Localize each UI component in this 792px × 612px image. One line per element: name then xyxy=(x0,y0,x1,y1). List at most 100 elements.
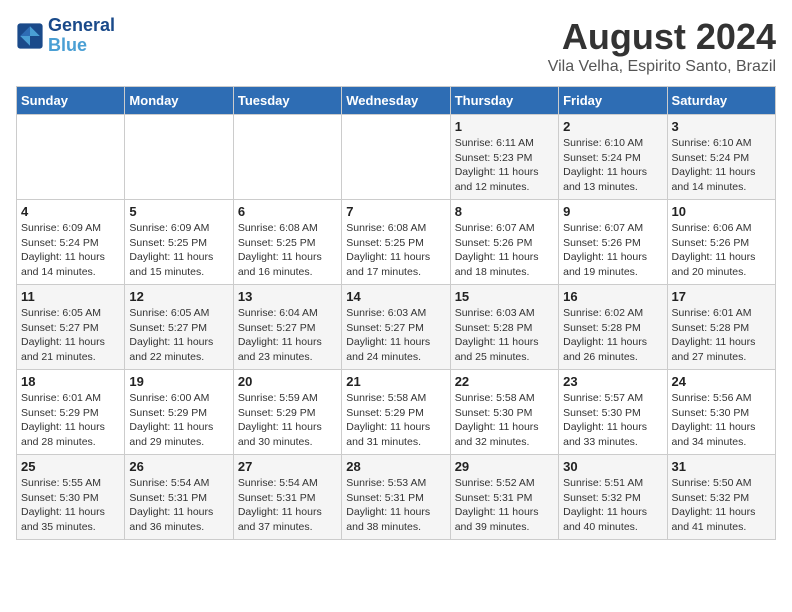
day-info: Sunrise: 5:54 AM Sunset: 5:31 PM Dayligh… xyxy=(129,476,228,535)
calendar-cell: 3 Sunrise: 6:10 AM Sunset: 5:24 PM Daylig… xyxy=(667,115,775,200)
day-info: Sunrise: 6:09 AM Sunset: 5:25 PM Dayligh… xyxy=(129,221,228,280)
day-number: 15 xyxy=(455,289,554,304)
weekday-header: Wednesday xyxy=(342,87,450,115)
calendar-cell xyxy=(233,115,341,200)
day-number: 11 xyxy=(21,289,120,304)
day-info: Sunrise: 5:57 AM Sunset: 5:30 PM Dayligh… xyxy=(563,391,662,450)
day-info: Sunrise: 6:03 AM Sunset: 5:27 PM Dayligh… xyxy=(346,306,445,365)
page-subtitle: Vila Velha, Espirito Santo, Brazil xyxy=(548,58,776,76)
calendar-cell: 18Sunrise: 6:01 AM Sunset: 5:29 PM Dayli… xyxy=(17,370,125,455)
day-info: Sunrise: 6:07 AM Sunset: 5:26 PM Dayligh… xyxy=(563,221,662,280)
day-number: 16 xyxy=(563,289,662,304)
day-number: 22 xyxy=(455,374,554,389)
day-info: Sunrise: 6:09 AM Sunset: 5:24 PM Dayligh… xyxy=(21,221,120,280)
calendar-cell: 23 Sunrise: 5:57 AM Sunset: 5:30 PM Dayli… xyxy=(559,370,667,455)
calendar-cell: 19 Sunrise: 6:00 AM Sunset: 5:29 PM Dayli… xyxy=(125,370,233,455)
day-info: Sunrise: 5:58 AM Sunset: 5:30 PM Dayligh… xyxy=(455,391,554,450)
day-number: 4 xyxy=(21,204,120,219)
day-number: 28 xyxy=(346,459,445,474)
day-info: Sunrise: 6:03 AM Sunset: 5:28 PM Dayligh… xyxy=(455,306,554,365)
calendar-cell: 12 Sunrise: 6:05 AM Sunset: 5:27 PM Dayli… xyxy=(125,285,233,370)
calendar-cell: 31Sunrise: 5:50 AM Sunset: 5:32 PM Dayli… xyxy=(667,455,775,540)
weekday-header: Thursday xyxy=(450,87,558,115)
calendar-cell: 5 Sunrise: 6:09 AM Sunset: 5:25 PM Daylig… xyxy=(125,200,233,285)
day-info: Sunrise: 6:10 AM Sunset: 5:24 PM Dayligh… xyxy=(672,136,771,195)
day-info: Sunrise: 6:10 AM Sunset: 5:24 PM Dayligh… xyxy=(563,136,662,195)
day-number: 27 xyxy=(238,459,337,474)
calendar-cell: 25Sunrise: 5:55 AM Sunset: 5:30 PM Dayli… xyxy=(17,455,125,540)
day-info: Sunrise: 6:02 AM Sunset: 5:28 PM Dayligh… xyxy=(563,306,662,365)
calendar-cell: 14 Sunrise: 6:03 AM Sunset: 5:27 PM Dayli… xyxy=(342,285,450,370)
calendar-table: SundayMondayTuesdayWednesdayThursdayFrid… xyxy=(16,86,776,540)
day-info: Sunrise: 5:56 AM Sunset: 5:30 PM Dayligh… xyxy=(672,391,771,450)
day-info: Sunrise: 5:50 AM Sunset: 5:32 PM Dayligh… xyxy=(672,476,771,535)
day-info: Sunrise: 6:07 AM Sunset: 5:26 PM Dayligh… xyxy=(455,221,554,280)
day-number: 8 xyxy=(455,204,554,219)
weekday-header: Saturday xyxy=(667,87,775,115)
page-title: August 2024 xyxy=(548,16,776,58)
logo-line1: General xyxy=(48,16,115,36)
calendar-cell: 10Sunrise: 6:06 AM Sunset: 5:26 PM Dayli… xyxy=(667,200,775,285)
calendar-cell: 1Sunrise: 6:11 AM Sunset: 5:23 PM Daylig… xyxy=(450,115,558,200)
weekday-header: Friday xyxy=(559,87,667,115)
calendar-cell: 13 Sunrise: 6:04 AM Sunset: 5:27 PM Dayli… xyxy=(233,285,341,370)
day-info: Sunrise: 5:55 AM Sunset: 5:30 PM Dayligh… xyxy=(21,476,120,535)
day-info: Sunrise: 6:01 AM Sunset: 5:28 PM Dayligh… xyxy=(672,306,771,365)
calendar-cell: 22 Sunrise: 5:58 AM Sunset: 5:30 PM Dayli… xyxy=(450,370,558,455)
calendar-cell: 2Sunrise: 6:10 AM Sunset: 5:24 PM Daylig… xyxy=(559,115,667,200)
day-info: Sunrise: 5:59 AM Sunset: 5:29 PM Dayligh… xyxy=(238,391,337,450)
day-number: 7 xyxy=(346,204,445,219)
calendar-cell: 20 Sunrise: 5:59 AM Sunset: 5:29 PM Dayli… xyxy=(233,370,341,455)
day-number: 20 xyxy=(238,374,337,389)
logo-line2: Blue xyxy=(48,36,115,56)
day-info: Sunrise: 6:05 AM Sunset: 5:27 PM Dayligh… xyxy=(129,306,228,365)
day-number: 3 xyxy=(672,119,771,134)
day-number: 19 xyxy=(129,374,228,389)
day-number: 12 xyxy=(129,289,228,304)
day-number: 21 xyxy=(346,374,445,389)
calendar-week-row: 18Sunrise: 6:01 AM Sunset: 5:29 PM Dayli… xyxy=(17,370,776,455)
logo: General Blue xyxy=(16,16,115,56)
day-info: Sunrise: 6:05 AM Sunset: 5:27 PM Dayligh… xyxy=(21,306,120,365)
calendar-cell: 7Sunrise: 6:08 AM Sunset: 5:25 PM Daylig… xyxy=(342,200,450,285)
calendar-cell: 21Sunrise: 5:58 AM Sunset: 5:29 PM Dayli… xyxy=(342,370,450,455)
header: General Blue August 2024 Vila Velha, Esp… xyxy=(16,16,776,76)
day-number: 1 xyxy=(455,119,554,134)
calendar-cell xyxy=(125,115,233,200)
day-number: 5 xyxy=(129,204,228,219)
calendar-cell: 9 Sunrise: 6:07 AM Sunset: 5:26 PM Daylig… xyxy=(559,200,667,285)
day-number: 24 xyxy=(672,374,771,389)
calendar-week-row: 25Sunrise: 5:55 AM Sunset: 5:30 PM Dayli… xyxy=(17,455,776,540)
calendar-cell: 8 Sunrise: 6:07 AM Sunset: 5:26 PM Daylig… xyxy=(450,200,558,285)
day-info: Sunrise: 5:54 AM Sunset: 5:31 PM Dayligh… xyxy=(238,476,337,535)
day-number: 14 xyxy=(346,289,445,304)
day-info: Sunrise: 6:04 AM Sunset: 5:27 PM Dayligh… xyxy=(238,306,337,365)
day-info: Sunrise: 5:52 AM Sunset: 5:31 PM Dayligh… xyxy=(455,476,554,535)
day-info: Sunrise: 6:06 AM Sunset: 5:26 PM Dayligh… xyxy=(672,221,771,280)
day-info: Sunrise: 6:08 AM Sunset: 5:25 PM Dayligh… xyxy=(238,221,337,280)
calendar-cell: 15 Sunrise: 6:03 AM Sunset: 5:28 PM Dayli… xyxy=(450,285,558,370)
calendar-cell xyxy=(17,115,125,200)
day-number: 17 xyxy=(672,289,771,304)
calendar-cell: 6 Sunrise: 6:08 AM Sunset: 5:25 PM Daylig… xyxy=(233,200,341,285)
calendar-cell xyxy=(342,115,450,200)
calendar-cell: 29 Sunrise: 5:52 AM Sunset: 5:31 PM Dayli… xyxy=(450,455,558,540)
day-number: 13 xyxy=(238,289,337,304)
day-number: 9 xyxy=(563,204,662,219)
day-number: 29 xyxy=(455,459,554,474)
day-info: Sunrise: 6:00 AM Sunset: 5:29 PM Dayligh… xyxy=(129,391,228,450)
calendar-cell: 30Sunrise: 5:51 AM Sunset: 5:32 PM Dayli… xyxy=(559,455,667,540)
day-number: 23 xyxy=(563,374,662,389)
weekday-header: Monday xyxy=(125,87,233,115)
day-number: 26 xyxy=(129,459,228,474)
day-number: 18 xyxy=(21,374,120,389)
calendar-cell: 28 Sunrise: 5:53 AM Sunset: 5:31 PM Dayli… xyxy=(342,455,450,540)
weekday-header: Tuesday xyxy=(233,87,341,115)
calendar-cell: 26 Sunrise: 5:54 AM Sunset: 5:31 PM Dayli… xyxy=(125,455,233,540)
weekday-header-row: SundayMondayTuesdayWednesdayThursdayFrid… xyxy=(17,87,776,115)
calendar-cell: 24 Sunrise: 5:56 AM Sunset: 5:30 PM Dayli… xyxy=(667,370,775,455)
weekday-header: Sunday xyxy=(17,87,125,115)
calendar-cell: 4 Sunrise: 6:09 AM Sunset: 5:24 PM Daylig… xyxy=(17,200,125,285)
day-number: 6 xyxy=(238,204,337,219)
day-info: Sunrise: 5:53 AM Sunset: 5:31 PM Dayligh… xyxy=(346,476,445,535)
